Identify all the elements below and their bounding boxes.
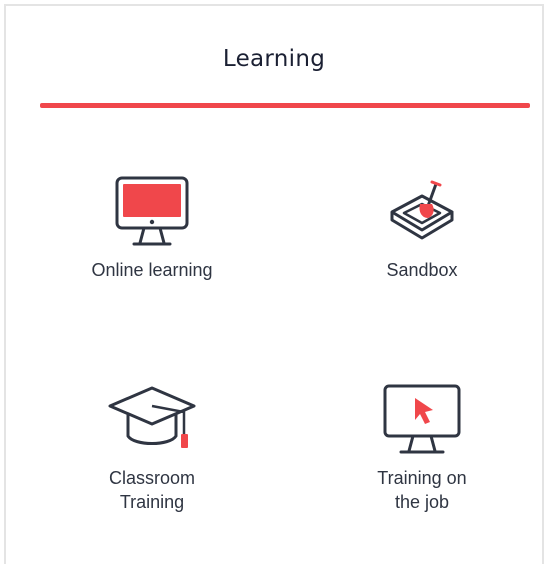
online-learning-item[interactable]: Online learning (52, 176, 252, 282)
sandbox-label: Sandbox (386, 260, 458, 280)
monitor-cursor-icon (383, 384, 461, 454)
online-learning-label: Online learning (91, 260, 213, 280)
title-divider (40, 103, 530, 108)
classroom-training-item[interactable]: Classroom Training (52, 384, 252, 514)
classroom-training-label: Classroom Training (108, 468, 196, 512)
graduation-cap-icon (108, 386, 196, 448)
learning-card: Learning Online learning Sandbox Classro… (4, 4, 544, 564)
sandbox-shovel-icon (390, 180, 454, 240)
training-on-the-job-label: Training on the job (377, 468, 467, 512)
card-title: Learning (222, 46, 326, 72)
monitor-icon (115, 176, 189, 246)
training-on-the-job-item[interactable]: Training on the job (322, 384, 522, 514)
sandbox-item[interactable]: Sandbox (322, 178, 522, 282)
